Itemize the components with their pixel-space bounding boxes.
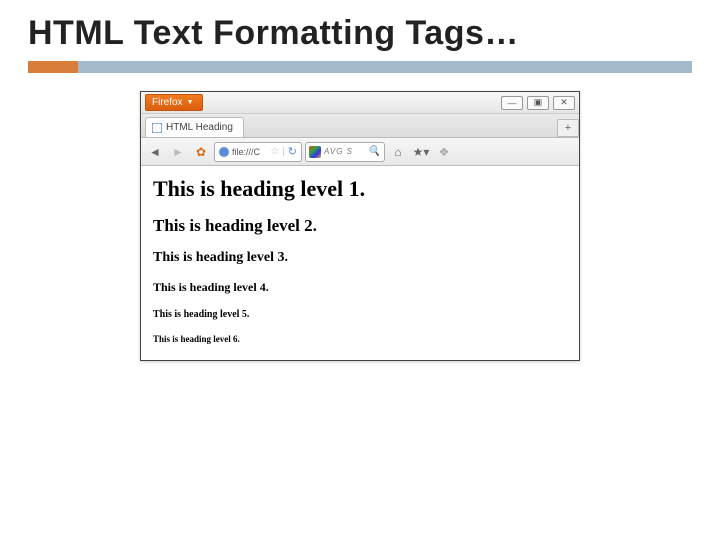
titlebar: Firefox ▼ — ▣ ✕	[141, 92, 579, 114]
toolbar: ◄ ► ✿ file:///C ☆ | ↻ AVG S 🔍 ⌂ ★▾ ❖	[141, 138, 579, 166]
heading-6: This is heading level 6.	[153, 334, 567, 344]
heading-4: This is heading level 4.	[153, 280, 567, 295]
heading-2: This is heading level 2.	[153, 216, 567, 236]
firefox-label: Firefox	[152, 97, 183, 108]
url-bar[interactable]: file:///C ☆ | ↻	[214, 142, 302, 162]
url-text: file:///C	[232, 147, 260, 157]
close-button[interactable]: ✕	[553, 96, 575, 110]
browser-window: Firefox ▼ — ▣ ✕ HTML Heading + ◄ ► ✿ fil…	[140, 91, 580, 361]
divider: |	[282, 146, 285, 157]
search-bar[interactable]: AVG S 🔍	[305, 142, 385, 162]
bookmarks-button[interactable]: ★▾	[411, 142, 431, 162]
reload-icon[interactable]: ↻	[288, 145, 297, 158]
heading-5: This is heading level 5.	[153, 309, 567, 320]
search-placeholder: AVG S	[324, 147, 353, 156]
globe-icon	[219, 147, 229, 157]
minimize-button[interactable]: —	[501, 96, 523, 110]
page-viewport: This is heading level 1. This is heading…	[141, 166, 579, 360]
maximize-button[interactable]: ▣	[527, 96, 549, 110]
bookmark-star-icon[interactable]: ☆	[270, 146, 279, 157]
tab-html-heading[interactable]: HTML Heading	[145, 117, 244, 137]
feed-button[interactable]: ❖	[434, 142, 454, 162]
accent-bar	[28, 61, 692, 73]
avg-logo-icon	[309, 146, 321, 158]
tab-label: HTML Heading	[166, 122, 233, 133]
dropdown-icon: ▼	[187, 99, 194, 106]
firefox-menu-button[interactable]: Firefox ▼	[145, 94, 203, 111]
accent-orange	[28, 61, 78, 73]
page-icon	[152, 123, 162, 133]
new-tab-button[interactable]: +	[557, 119, 579, 137]
tab-bar: HTML Heading +	[141, 114, 579, 138]
window-controls: — ▣ ✕	[501, 96, 579, 110]
home-button[interactable]: ⌂	[388, 142, 408, 162]
heading-3: This is heading level 3.	[153, 250, 567, 266]
firefox-home-icon[interactable]: ✿	[191, 142, 211, 162]
back-button[interactable]: ◄	[145, 142, 165, 162]
search-icon[interactable]: 🔍	[368, 146, 381, 157]
slide-title: HTML Text Formatting Tags…	[0, 0, 720, 61]
forward-button[interactable]: ►	[168, 142, 188, 162]
accent-blue	[78, 61, 692, 73]
heading-1: This is heading level 1.	[153, 176, 567, 202]
